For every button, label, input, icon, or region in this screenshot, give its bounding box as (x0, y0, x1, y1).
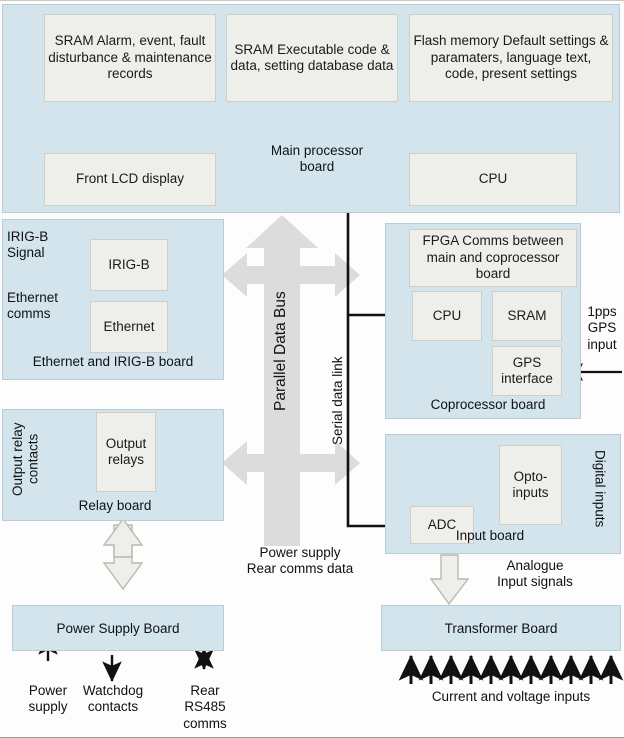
ethernet-box[interactable]: Ethernet (90, 301, 168, 353)
ethernet-irigb-board-label: Ethernet and IRIG-B board (32, 354, 194, 369)
power-rear-comms-label: Power supply Rear comms data (246, 545, 354, 577)
sram-code-box[interactable]: SRAM Executable code & data, setting dat… (226, 14, 398, 102)
cpu-coprocessor-box[interactable]: CPU (412, 291, 482, 341)
output-relays-box[interactable]: Output relays (96, 412, 156, 492)
analogue-signal-hollow-arrow (429, 554, 470, 606)
output-relay-contacts-label: Output relay contacts (10, 422, 41, 496)
current-voltage-inputs-label: Current and voltage inputs (431, 689, 591, 704)
front-lcd-display-box[interactable]: Front LCD display (44, 153, 216, 206)
cpu-main-box[interactable]: CPU (409, 153, 577, 206)
power-supply-board-label: Power Supply Board (56, 620, 180, 636)
relay-board-label: Relay board (78, 498, 152, 513)
sram-coprocessor-box[interactable]: SRAM (492, 291, 562, 341)
watchdog-contacts-label: Watchdog contacts (82, 683, 144, 715)
opto-inputs-box[interactable]: Opto- inputs (499, 445, 562, 525)
power-supply-hollow-arrow (102, 517, 144, 591)
gps-interface-box[interactable]: GPS interface (492, 346, 562, 396)
input-board-label: Input board (455, 528, 525, 543)
irig-b-box[interactable]: IRIG-B (90, 239, 168, 291)
gps-input-label: 1pps GPS input (587, 304, 617, 352)
current-voltage-input-arrows (398, 654, 624, 684)
transformer-board[interactable]: Transformer Board (381, 605, 621, 651)
rear-rs485-comms-label: Rear RS485 comms (183, 683, 227, 731)
serial-data-link-label: Serial data link (330, 356, 345, 446)
flash-memory-box[interactable]: Flash memory Default settings & paramate… (409, 14, 613, 102)
irigb-signal-label: IRIG-B Signal (7, 229, 49, 261)
fpga-box[interactable]: FPGA Comms between main and coprocessor … (409, 229, 577, 287)
diagram-canvas: SRAM Alarm, event, fault disturbance & m… (0, 0, 624, 738)
coprocessor-board-label: Coprocessor board (430, 397, 546, 412)
digital-inputs-label: Digital inputs (592, 450, 608, 528)
ethernet-comms-label: Ethernet comms (7, 290, 59, 322)
transformer-board-label: Transformer Board (444, 620, 558, 636)
parallel-data-bus-label: Parallel Data Bus (272, 291, 289, 411)
analogue-input-signals-label: Analogue Input signals (497, 558, 573, 590)
sram-records-box[interactable]: SRAM Alarm, event, fault disturbance & m… (44, 14, 216, 102)
main-processor-board-label: Main processor board (270, 143, 364, 175)
power-supply-board[interactable]: Power Supply Board (12, 605, 224, 651)
